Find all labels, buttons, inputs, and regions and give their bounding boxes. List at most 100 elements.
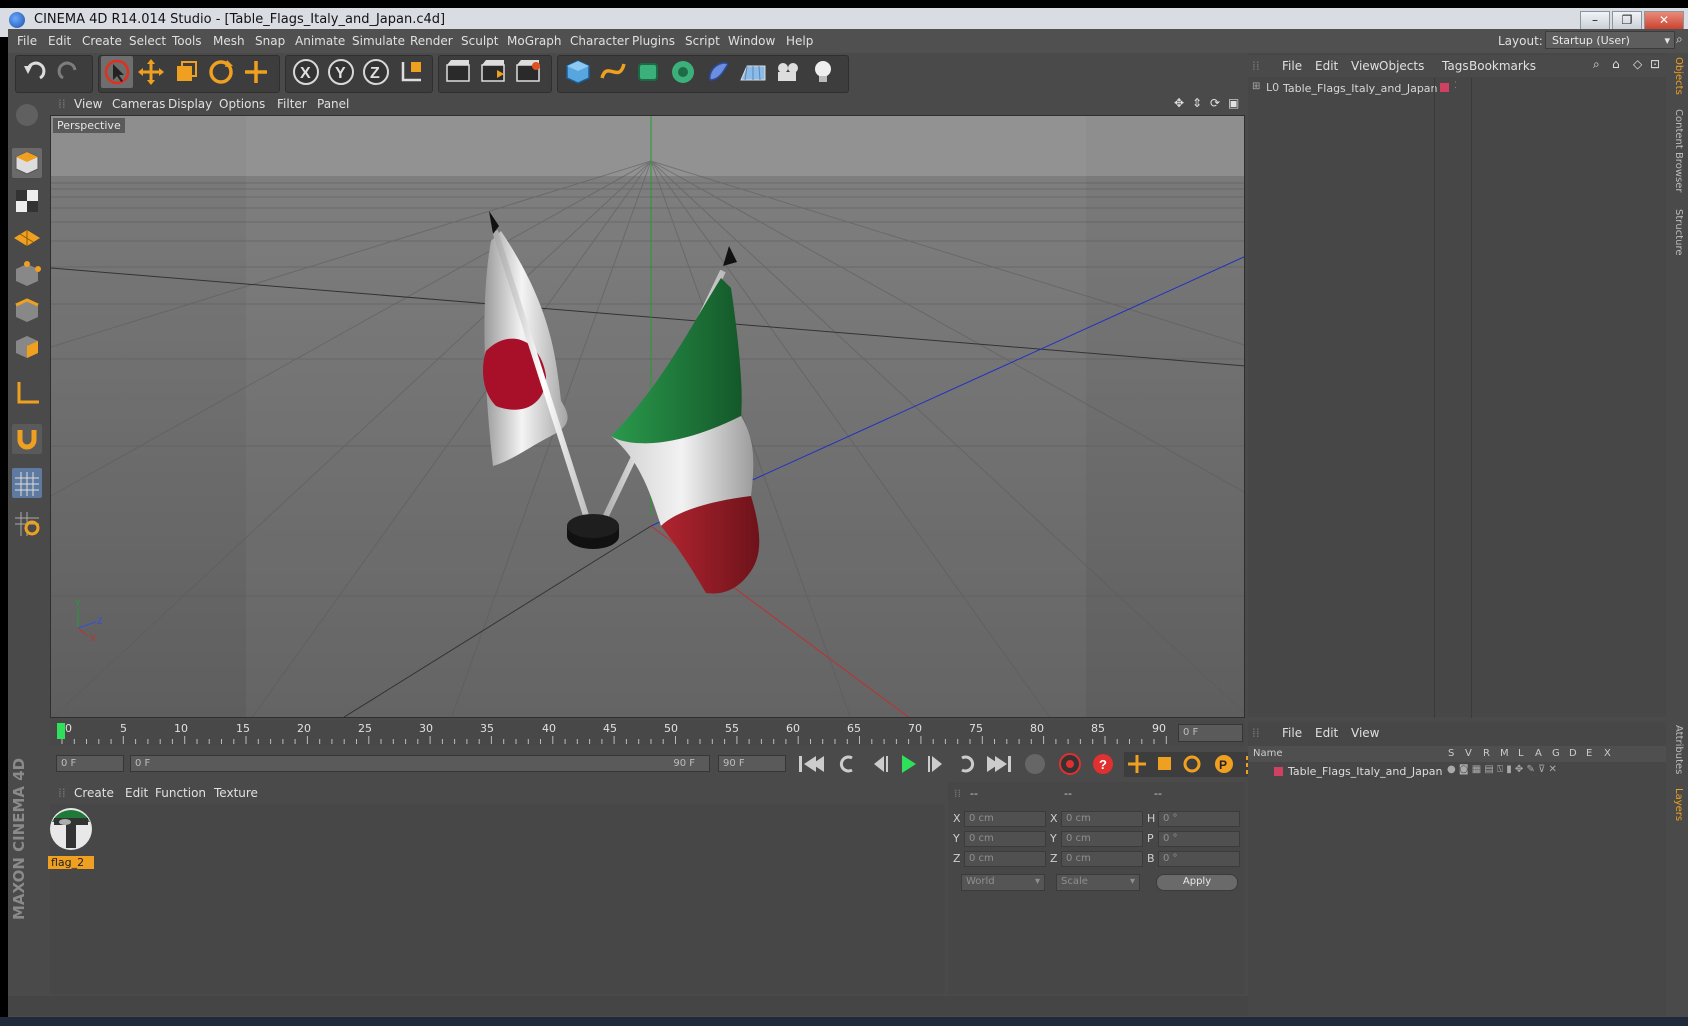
menu-snap[interactable]: Snap [255, 34, 285, 48]
object-menu-file[interactable]: File [1282, 59, 1302, 73]
layout-select[interactable]: Startup (User) ▾ [1545, 31, 1675, 49]
size-mode-select[interactable]: Scale ▾ [1056, 874, 1140, 891]
menu-script[interactable]: Script [685, 34, 720, 48]
size-x-field[interactable]: 0 cm [1061, 811, 1143, 827]
size-y-field[interactable]: 0 cm [1061, 831, 1143, 847]
menu-create[interactable]: Create [82, 34, 122, 48]
menu-character[interactable]: Character [570, 34, 629, 48]
pos-z-field[interactable]: 0 cm [964, 851, 1046, 867]
menu-sculpt[interactable]: Sculpt [461, 34, 498, 48]
render-view-icon[interactable] [442, 56, 474, 88]
recent-tool-icon[interactable] [240, 56, 272, 88]
workplane-lock-icon[interactable] [12, 468, 42, 498]
rot-b-field[interactable]: 0 ° [1158, 851, 1240, 867]
menu-window[interactable]: Window [728, 34, 775, 48]
menu-simulate[interactable]: Simulate [352, 34, 405, 48]
size-z-field[interactable]: 0 cm [1061, 851, 1143, 867]
menu-file[interactable]: File [17, 34, 37, 48]
camera-icon[interactable] [772, 56, 804, 88]
scale-tool-icon[interactable] [170, 56, 202, 88]
tab-layers[interactable]: Layers [1673, 788, 1684, 821]
tab-objects[interactable]: Objects [1673, 57, 1684, 95]
tab-attributes[interactable]: Attributes [1673, 725, 1684, 774]
timeline-ruler[interactable]: 0 5 10 15 20 25 30 35 40 45 50 55 60 65 … [50, 720, 1245, 746]
viewport-menu-options[interactable]: Options [219, 97, 265, 111]
pos-x-field[interactable]: 0 cm [964, 811, 1046, 827]
x-axis-lock-icon[interactable]: X [290, 56, 322, 88]
object-menu-tags[interactable]: Tags [1442, 59, 1469, 73]
undo-icon[interactable] [18, 56, 50, 88]
visibility-dots-icon[interactable]: ⁚ [1454, 81, 1457, 91]
object-row[interactable]: ⊞ L0 Table_Flags_Italy_and_Japan ⁚ [1248, 78, 1666, 98]
new-window-icon[interactable]: ⊡ [1650, 57, 1660, 71]
layer-menu-edit[interactable]: Edit [1315, 726, 1338, 740]
search-icon[interactable]: ⌕ [1676, 32, 1683, 47]
maximize-button[interactable]: ❐ [1612, 11, 1642, 31]
object-menu-view[interactable]: View [1351, 59, 1379, 73]
pos-y-field[interactable]: 0 cm [964, 831, 1046, 847]
y-axis-lock-icon[interactable]: Y [325, 56, 357, 88]
edges-mode-icon[interactable] [12, 296, 42, 326]
z-axis-lock-icon[interactable]: Z [360, 56, 392, 88]
home-icon[interactable]: ⌂ [1612, 57, 1620, 71]
texture-mode-icon[interactable] [12, 186, 42, 216]
floor-icon[interactable] [737, 56, 769, 88]
menu-plugins[interactable]: Plugins [632, 34, 675, 48]
material-swatch[interactable]: flag_2 [48, 806, 94, 869]
current-frame-field[interactable]: 0 F [1178, 724, 1243, 742]
nurbs-icon[interactable] [632, 56, 664, 88]
coord-system-select[interactable]: World ▾ [961, 874, 1045, 891]
object-menu-objects[interactable]: Objects [1379, 59, 1424, 73]
viewport-menu-display[interactable]: Display [168, 97, 212, 111]
search-icon[interactable]: ⌕ [1593, 57, 1600, 72]
model-mode-icon[interactable] [12, 148, 42, 178]
deformer-icon[interactable] [702, 56, 734, 88]
layer-menu-file[interactable]: File [1282, 726, 1302, 740]
material-menu-function[interactable]: Function [155, 786, 206, 800]
live-selection-icon[interactable] [101, 56, 133, 88]
layer-toggle-icons[interactable]: ● ◙ ▦ ▤ ⍂ ▮ ✥ ✎ ⊽ ✕ [1447, 764, 1557, 775]
tab-content-browser[interactable]: Content Browser [1673, 109, 1684, 192]
viewport-menu-cameras[interactable]: Cameras [112, 97, 165, 111]
light-icon[interactable] [807, 56, 839, 88]
start-frame-field[interactable]: 0 F [56, 755, 124, 772]
zoom-view-icon[interactable]: ⇕ [1192, 96, 1202, 110]
close-button[interactable]: ✕ [1644, 11, 1684, 31]
minimize-button[interactable]: – [1580, 11, 1610, 31]
spline-icon[interactable] [597, 56, 629, 88]
polygons-mode-icon[interactable] [12, 332, 42, 362]
3d-viewport[interactable]: Y Z X Perspective [50, 115, 1245, 718]
maximize-view-icon[interactable]: ▣ [1228, 96, 1239, 110]
object-menu-bookmarks[interactable]: Bookmarks [1469, 59, 1536, 73]
menu-mesh[interactable]: Mesh [213, 34, 245, 48]
rotate-tool-icon[interactable] [205, 56, 237, 88]
redo-icon[interactable] [53, 56, 85, 88]
end-frame-field[interactable]: 90 F [718, 755, 786, 772]
material-menu-edit[interactable]: Edit [125, 786, 148, 800]
layer-menu-view[interactable]: View [1351, 726, 1379, 740]
playhead-marker[interactable] [57, 723, 65, 739]
object-menu-edit[interactable]: Edit [1315, 59, 1338, 73]
menu-help[interactable]: Help [786, 34, 813, 48]
menu-mograph[interactable]: MoGraph [507, 34, 562, 48]
make-editable-icon[interactable] [12, 100, 42, 130]
snap-magnet-icon[interactable] [12, 424, 42, 454]
points-mode-icon[interactable] [12, 260, 42, 290]
menu-animate[interactable]: Animate [295, 34, 345, 48]
viewport-menu-filter[interactable]: Filter [277, 97, 307, 111]
array-icon[interactable] [667, 56, 699, 88]
render-settings-icon[interactable] [512, 56, 544, 88]
menu-render[interactable]: Render [410, 34, 453, 48]
apply-button[interactable]: Apply [1156, 874, 1238, 891]
material-menu-texture[interactable]: Texture [214, 786, 258, 800]
menu-edit[interactable]: Edit [48, 34, 71, 48]
menu-tools[interactable]: Tools [172, 34, 202, 48]
render-to-picture-viewer-icon[interactable] [477, 56, 509, 88]
tab-structure[interactable]: Structure [1673, 209, 1684, 256]
expand-icon[interactable]: ⊞ [1252, 81, 1260, 92]
coordinate-system-icon[interactable] [395, 56, 427, 88]
rot-h-field[interactable]: 0 ° [1158, 811, 1240, 827]
workplane-mode-icon[interactable] [12, 222, 42, 252]
menu-select[interactable]: Select [129, 34, 166, 48]
rotate-view-icon[interactable]: ⟳ [1210, 96, 1220, 110]
